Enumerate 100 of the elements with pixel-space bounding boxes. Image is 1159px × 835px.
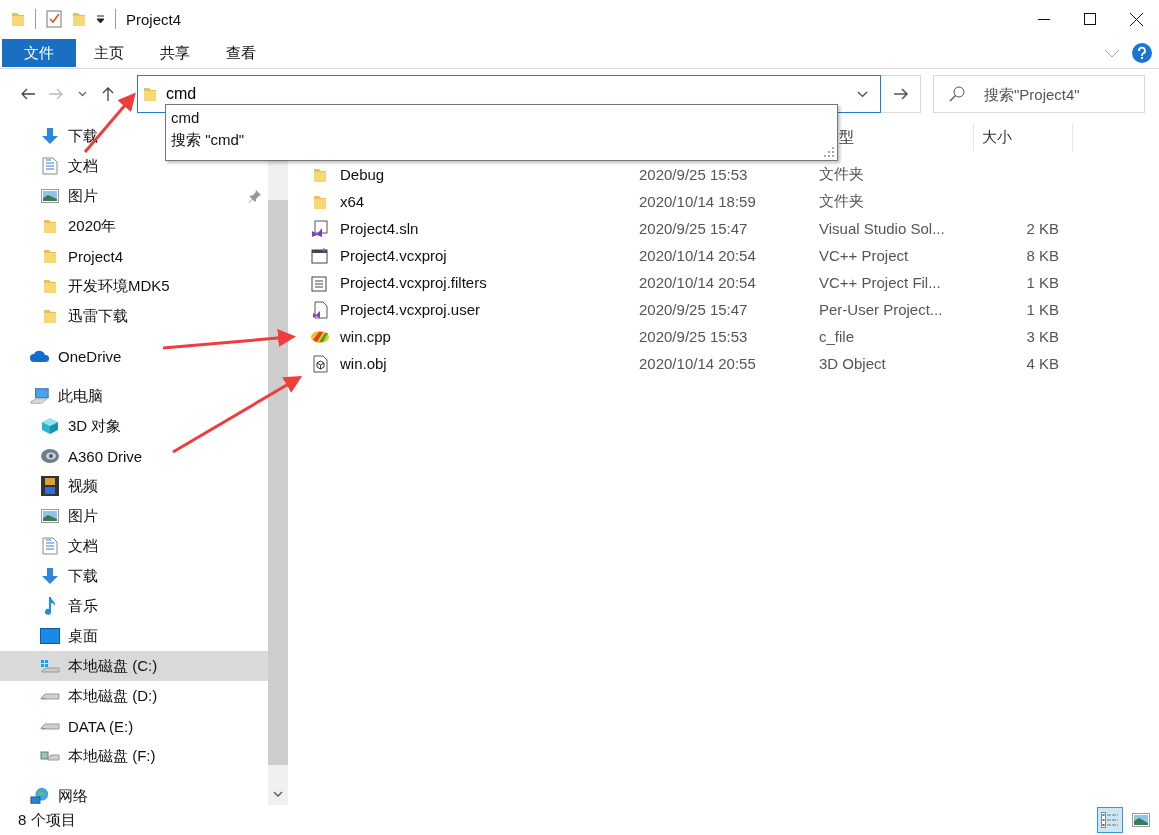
modified-date: 2020/10/14 20:54 (639, 274, 756, 291)
user-file-icon (312, 300, 328, 319)
sidebar-item[interactable]: 3D 对象 (0, 411, 268, 441)
sidebar-item[interactable]: A360 Drive (0, 441, 268, 471)
file-type: 文件夹 (819, 192, 864, 209)
help-icon[interactable] (1132, 43, 1152, 63)
sidebar-item[interactable]: 图片 (0, 181, 268, 211)
swirl-disc-icon (40, 448, 60, 464)
annotation-arrow (83, 92, 136, 153)
drive-icon (40, 721, 60, 731)
file-size: 1 KB (1026, 301, 1059, 318)
sidebar-item[interactable]: 下载 (0, 561, 268, 591)
sidebar-item[interactable]: 视频 (0, 471, 268, 501)
modified-date: 2020/9/25 15:47 (639, 301, 748, 318)
up-arrow-icon[interactable] (102, 86, 114, 102)
dropdown-caret-icon[interactable] (96, 15, 105, 23)
folder-icon (43, 249, 57, 263)
folder-icon (143, 87, 157, 101)
file-name[interactable]: Debug (340, 166, 385, 183)
landscape-thumbnail-icon (1132, 813, 1150, 827)
download-arrow-icon (41, 127, 59, 145)
modified-date: 2020/9/25 15:47 (639, 220, 748, 237)
ribbon-tab[interactable]: 查看 (208, 39, 274, 67)
modified-date: 2020/10/14 20:54 (639, 247, 756, 264)
sidebar-item[interactable]: 本地磁盘 (C:) (0, 651, 268, 681)
sidebar-item[interactable]: 2020年 (0, 211, 268, 241)
resize-grip-icon[interactable] (824, 147, 834, 157)
ribbon-tab[interactable]: 文件 (2, 39, 76, 67)
sidebar-item[interactable]: 文档 (0, 531, 268, 561)
ribbon-tab[interactable]: 共享 (142, 39, 208, 67)
cube-file-icon (312, 354, 328, 373)
list-icon (1101, 812, 1119, 828)
drive-icon (40, 691, 60, 701)
folder-icon (313, 194, 327, 209)
right-arrow-icon (892, 88, 909, 100)
solution-file-icon (311, 219, 329, 238)
file-type: 3D Object (819, 355, 886, 372)
back-icon[interactable] (20, 88, 36, 100)
project-window-icon (311, 247, 329, 264)
cube-icon (41, 417, 59, 435)
pictures-icon (41, 189, 59, 203)
sidebar-item[interactable]: 此电脑 (0, 381, 268, 411)
sidebar-item[interactable]: 开发环境MDK5 (0, 271, 268, 301)
document-icon (42, 157, 58, 175)
dropdown-chevron-icon[interactable] (857, 91, 868, 98)
sidebar-item[interactable]: 图片 (0, 501, 268, 531)
sidebar-item[interactable]: 音乐 (0, 591, 268, 621)
suggestion-item[interactable]: 搜索 "cmd" (171, 131, 245, 150)
file-name[interactable]: Project4.vcxproj (340, 247, 447, 264)
minimize-icon[interactable] (1038, 18, 1050, 20)
file-name[interactable]: Project4.sln (340, 220, 419, 237)
item-count: 8 个项目 (18, 810, 76, 830)
maximize-icon[interactable] (1084, 13, 1096, 25)
folder-icon (43, 279, 57, 293)
music-note-icon (44, 596, 56, 616)
folder-icon (313, 167, 327, 182)
file-size: 1 KB (1026, 274, 1059, 291)
new-folder-icon (72, 12, 86, 26)
search-field[interactable]: 搜索"Project4" (933, 75, 1145, 113)
details-view-button[interactable] (1097, 807, 1123, 833)
column-header[interactable]: 大小 (974, 124, 1073, 151)
ribbon-tab[interactable]: 主页 (76, 39, 142, 67)
file-name[interactable]: x64 (340, 193, 365, 210)
file-name[interactable]: win.obj (340, 355, 387, 372)
recent-locations-chevron-icon[interactable] (77, 91, 87, 97)
modified-date: 2020/10/14 20:55 (639, 355, 756, 372)
folder-icon (43, 219, 57, 233)
sidebar-item[interactable]: Project4 (0, 241, 268, 271)
computer-icon (30, 387, 50, 405)
sidebar-item[interactable]: DATA (E:) (0, 711, 268, 741)
cloud-icon (30, 349, 50, 363)
properties-check-icon[interactable] (46, 10, 62, 28)
sidebar-item[interactable]: 文档 (0, 151, 268, 181)
file-type: Per-User Project... (819, 301, 943, 318)
sidebar-item[interactable]: 桌面 (0, 621, 268, 651)
window-title: Project4 (126, 10, 182, 28)
sidebar-item[interactable]: 本地磁盘 (F:) (0, 741, 268, 771)
drive-icon (40, 749, 60, 763)
file-name[interactable]: Project4.vcxproj.filters (340, 274, 487, 291)
drive-icon (40, 659, 60, 673)
modified-date: 2020/9/25 15:53 (639, 328, 748, 345)
folder-icon (43, 309, 57, 323)
close-icon[interactable] (1129, 12, 1143, 26)
sidebar-item[interactable]: 本地磁盘 (D:) (0, 681, 268, 711)
sidebar-item[interactable]: 迅雷下载 (0, 301, 268, 331)
file-name[interactable]: Project4.vcxproj.user (340, 301, 481, 318)
file-type: 文件夹 (819, 165, 864, 182)
file-type: VC++ Project (819, 247, 909, 264)
pin-icon[interactable] (248, 189, 262, 203)
folder-icon (11, 12, 25, 26)
network-globe-icon (30, 786, 50, 806)
go-button[interactable] (881, 75, 921, 113)
sidebar-item[interactable]: OneDrive (0, 341, 268, 371)
file-name[interactable]: win.cpp (340, 328, 391, 345)
search-icon (949, 86, 965, 102)
file-size: 8 KB (1026, 247, 1059, 264)
file-size: 2 KB (1026, 220, 1059, 237)
scroll-down-icon[interactable] (273, 791, 283, 797)
file-type: VC++ Project Fil... (819, 274, 941, 291)
sidebar-item[interactable]: 网络 (0, 781, 268, 811)
